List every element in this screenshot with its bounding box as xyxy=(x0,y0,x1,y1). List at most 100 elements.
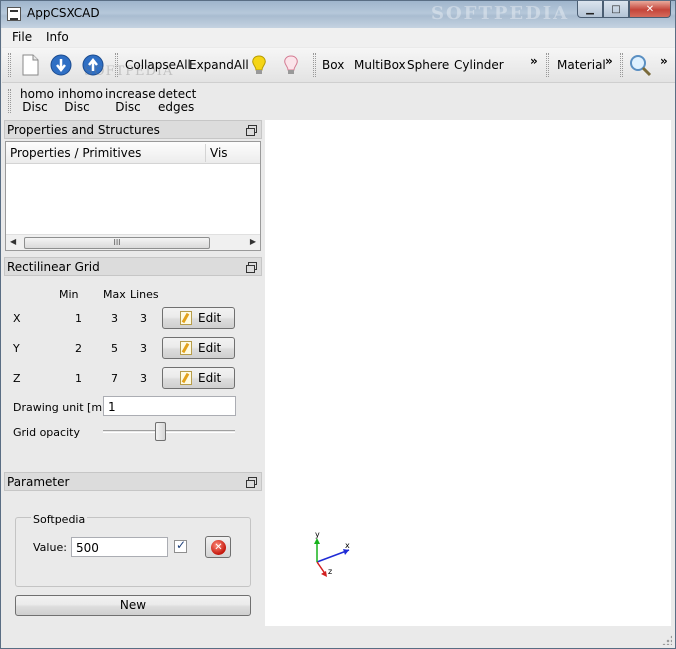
toolbar-overflow-chevron[interactable]: » xyxy=(605,54,613,68)
parameter-enabled-checkbox[interactable] xyxy=(174,538,187,553)
edit-z-button[interactable]: Edit xyxy=(162,367,235,389)
lines-value: 3 xyxy=(140,312,147,325)
button-label: Edit xyxy=(198,341,222,355)
app-window: AppCSXCAD SOFTPEDIA ▁ □ ✕ File Info SOFT… xyxy=(0,0,676,649)
cylinder-button[interactable]: Cylinder xyxy=(454,58,504,72)
edit-pencil-icon xyxy=(180,311,192,325)
resize-grip-icon[interactable] xyxy=(662,635,672,645)
y-axis-label: y xyxy=(315,530,320,539)
toolbar-handle[interactable] xyxy=(313,53,316,77)
menu-bar: File Info xyxy=(2,28,675,47)
scrollbar-thumb[interactable]: III xyxy=(24,237,210,249)
grid-opacity-slider-handle[interactable] xyxy=(155,422,167,441)
window-title: AppCSXCAD xyxy=(27,6,100,20)
axis-label: Z xyxy=(13,372,21,385)
edit-pencil-icon xyxy=(180,341,192,355)
toolbar-handle[interactable] xyxy=(8,89,11,113)
axis-label: Y xyxy=(13,342,20,355)
collapse-all-button[interactable]: CollapseAll xyxy=(125,58,191,72)
column-header-vis[interactable]: Vis xyxy=(210,146,228,160)
scroll-right-icon[interactable]: ▶ xyxy=(250,237,256,246)
detect-edges-button[interactable]: detect edges xyxy=(158,88,196,114)
lines-header: Lines xyxy=(130,288,159,301)
discretization-toolbar: homo Disc inhomo Disc increase Disc dete… xyxy=(2,84,675,119)
max-value: 7 xyxy=(111,372,118,385)
main-toolbar: SOFTPEDIA CollapseAll ExpandAll Box Mult… xyxy=(2,48,675,83)
minimize-button[interactable]: ▁ xyxy=(577,1,603,18)
parameter-value-input[interactable]: 500 xyxy=(71,537,168,557)
axis-label: X xyxy=(13,312,21,325)
app-icon xyxy=(7,7,21,21)
menu-file[interactable]: File xyxy=(12,30,32,44)
horizontal-scrollbar[interactable]: ◀ III ▶ xyxy=(6,234,260,250)
max-header: Max xyxy=(103,288,126,301)
new-file-icon[interactable] xyxy=(18,53,42,77)
close-button[interactable]: ✕ xyxy=(629,1,671,18)
window-controls: ▁ □ ✕ xyxy=(577,1,671,19)
max-value: 5 xyxy=(111,342,118,355)
3d-viewport[interactable]: x y z xyxy=(265,120,671,626)
edit-x-button[interactable]: Edit xyxy=(162,307,235,329)
button-label: Disc xyxy=(64,100,90,114)
tree-header: Properties / Primitives Vis xyxy=(6,142,260,164)
increase-disc-button[interactable]: increase Disc xyxy=(105,88,156,114)
min-value: 1 xyxy=(75,372,82,385)
button-label: edges xyxy=(158,100,195,114)
grid-opacity-slider-track[interactable] xyxy=(103,430,235,433)
lines-value: 3 xyxy=(140,372,147,385)
toolbar-handle[interactable] xyxy=(8,53,11,77)
min-header: Min xyxy=(59,288,79,301)
magnifier-icon[interactable] xyxy=(628,53,652,77)
z-axis-label: z xyxy=(328,567,332,576)
dock-title-label: Parameter xyxy=(7,475,70,489)
title-bar[interactable]: AppCSXCAD SOFTPEDIA ▁ □ ✕ xyxy=(1,1,675,28)
drawing-unit-label: Drawing unit [m]: xyxy=(13,401,111,414)
x-axis-label: x xyxy=(345,541,350,550)
grid-dock-title[interactable]: Rectilinear Grid xyxy=(4,257,262,276)
button-label: Disc xyxy=(22,100,48,114)
drawing-unit-input[interactable]: 1 xyxy=(103,396,236,416)
toolbar-handle[interactable] xyxy=(546,53,549,77)
expand-all-button[interactable]: ExpandAll xyxy=(189,58,249,72)
homo-disc-button[interactable]: homo Disc xyxy=(20,88,54,114)
maximize-button[interactable]: □ xyxy=(603,1,629,18)
toolbar-overflow-chevron[interactable]: » xyxy=(660,54,668,68)
group-title: Softpedia xyxy=(31,513,88,526)
new-parameter-button[interactable]: New xyxy=(15,595,251,616)
axis-orientation-widget: x y z xyxy=(314,530,350,577)
material-button[interactable]: Material xyxy=(557,58,606,72)
delete-parameter-button[interactable]: ✕ xyxy=(205,536,231,558)
value-label: Value: xyxy=(33,541,67,554)
toolbar-overflow-chevron[interactable]: » xyxy=(530,54,538,68)
parameter-dock-title[interactable]: Parameter xyxy=(4,472,262,491)
toolbar-handle[interactable] xyxy=(115,53,118,77)
dock-title-label: Properties and Structures xyxy=(7,123,160,137)
float-dock-icon[interactable] xyxy=(246,125,257,136)
edit-y-button[interactable]: Edit xyxy=(162,337,235,359)
toolbar-handle[interactable] xyxy=(620,53,623,77)
scroll-left-icon[interactable]: ◀ xyxy=(10,237,16,246)
max-value: 3 xyxy=(111,312,118,325)
lightbulb-off-icon[interactable] xyxy=(279,53,303,77)
menu-info[interactable]: Info xyxy=(46,30,69,44)
inhomo-disc-button[interactable]: inhomo Disc xyxy=(58,88,103,114)
lines-value: 3 xyxy=(140,342,147,355)
button-label: Disc xyxy=(115,100,141,114)
sphere-button[interactable]: Sphere xyxy=(407,58,449,72)
edit-pencil-icon xyxy=(180,371,192,385)
dock-title-label: Rectilinear Grid xyxy=(7,260,100,274)
min-value: 1 xyxy=(75,312,82,325)
box-button[interactable]: Box xyxy=(322,58,344,72)
float-dock-icon[interactable] xyxy=(246,262,257,273)
multibox-button[interactable]: MultiBox xyxy=(354,58,406,72)
grid-opacity-label: Grid opacity xyxy=(13,426,80,439)
lightbulb-on-icon[interactable] xyxy=(247,53,271,77)
properties-tree[interactable]: Properties / Primitives Vis ◀ III ▶ xyxy=(5,141,261,251)
column-header-properties[interactable]: Properties / Primitives xyxy=(10,146,141,160)
status-bar xyxy=(2,628,675,648)
watermark: SOFTPEDIA xyxy=(431,3,570,24)
properties-dock-title[interactable]: Properties and Structures xyxy=(4,120,262,139)
float-dock-icon[interactable] xyxy=(246,477,257,488)
delete-icon: ✕ xyxy=(211,540,226,555)
import-icon[interactable] xyxy=(49,53,73,77)
